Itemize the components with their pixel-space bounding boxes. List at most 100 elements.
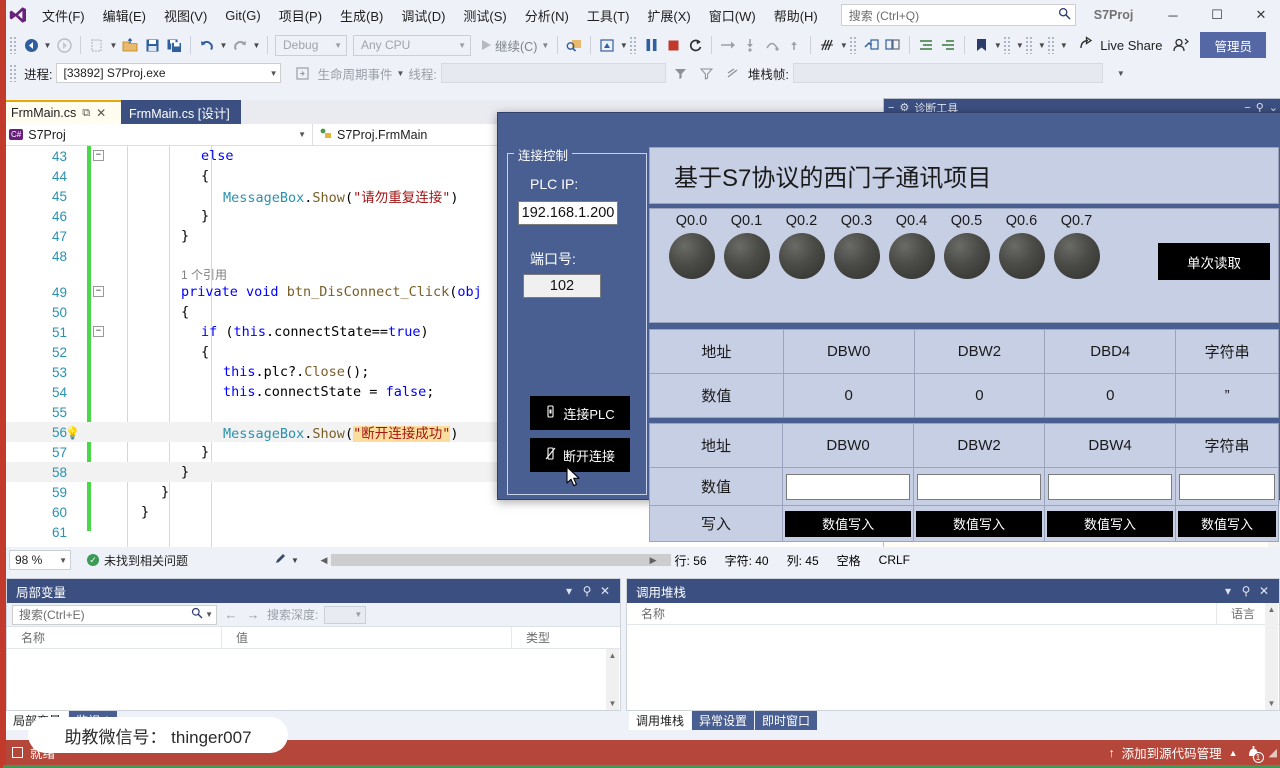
- write-input-dbw2[interactable]: [917, 473, 1042, 500]
- fold-toggle-icon[interactable]: −: [93, 326, 104, 337]
- toolbar-grip-5[interactable]: [1025, 36, 1034, 54]
- solution-configuration-combo[interactable]: Debug ▼: [275, 34, 347, 56]
- lightbulb-icon[interactable]: 💡: [65, 426, 80, 440]
- write-button-cell-dbw4[interactable]: 数值写入: [1044, 505, 1177, 542]
- uncomment-selection-icon[interactable]: [882, 34, 904, 56]
- redo-icon[interactable]: [229, 34, 251, 56]
- scroll-down-icon[interactable]: ▼: [1265, 697, 1278, 710]
- locals-scrollbar[interactable]: ▲ ▼: [606, 649, 619, 710]
- admin-badge[interactable]: 管理员: [1200, 32, 1266, 58]
- s7-app-window[interactable]: 连接控制 PLC IP: 192.168.1.200 端口号: 102 连接PL…: [497, 112, 1280, 542]
- chevron-down-icon[interactable]: ▾: [1219, 584, 1237, 598]
- write-input-string[interactable]: [1179, 473, 1275, 500]
- restart-icon[interactable]: [684, 34, 706, 56]
- menu-item-edit[interactable]: 编辑(E): [94, 1, 155, 30]
- zoom-level-combo[interactable]: 98 % ▼: [9, 550, 71, 570]
- bottom-tab-immediate-window[interactable]: 即时窗口: [755, 711, 818, 730]
- indent-mode[interactable]: 空格: [837, 552, 861, 569]
- line-ending[interactable]: CRLF: [879, 553, 910, 567]
- close-icon[interactable]: ✕: [96, 106, 106, 120]
- menu-item-tools[interactable]: 工具(T): [578, 1, 639, 30]
- bottom-tab-exception-settings[interactable]: 异常设置: [692, 711, 755, 730]
- close-icon[interactable]: ✕: [1255, 584, 1273, 598]
- hot-reload-icon[interactable]: [563, 34, 585, 56]
- navigate-forward-icon[interactable]: [53, 34, 75, 56]
- menu-item-debug[interactable]: 调试(D): [392, 1, 454, 30]
- port-input[interactable]: 102: [523, 274, 601, 298]
- filter-icon[interactable]: [670, 62, 692, 84]
- project-scope-combo[interactable]: C# S7Proj ▼: [3, 123, 313, 146]
- navigate-backward-dropdown[interactable]: ▼: [42, 34, 53, 56]
- output-q0-3[interactable]: Q0.3: [829, 213, 884, 279]
- menu-item-window[interactable]: 窗口(W): [700, 1, 765, 30]
- write-input-dbw0[interactable]: [786, 473, 911, 500]
- editor-horizontal-scrollbar[interactable]: ◀: [317, 552, 672, 568]
- undo-dropdown[interactable]: ▼: [218, 34, 229, 56]
- write-input-cell-dbw4[interactable]: [1044, 467, 1177, 506]
- write-input-dbw4[interactable]: [1048, 473, 1173, 500]
- write-button-dbw2[interactable]: 数值写入: [916, 510, 1043, 537]
- save-all-icon[interactable]: [163, 34, 185, 56]
- menu-item-project[interactable]: 项目(P): [270, 1, 331, 30]
- write-input-cell-dbw2[interactable]: [913, 467, 1046, 506]
- locals-search-input[interactable]: 搜索(Ctrl+E) ▼: [12, 604, 217, 625]
- pin-icon[interactable]: ⚲: [1237, 584, 1255, 598]
- write-button-dbw4[interactable]: 数值写入: [1047, 510, 1174, 537]
- connect-plc-button[interactable]: 连接PLC: [530, 396, 630, 430]
- pin-icon[interactable]: ⧉: [82, 107, 90, 120]
- locals-column-type[interactable]: 类型: [512, 627, 607, 649]
- new-project-dropdown[interactable]: ▼: [108, 34, 119, 56]
- fold-toggle-icon[interactable]: −: [93, 150, 104, 161]
- bottom-tab-callstack[interactable]: 调用堆栈: [629, 711, 692, 730]
- write-button-cell-string[interactable]: 数值写入: [1175, 505, 1279, 542]
- toolbar-grip-2[interactable]: [629, 36, 638, 54]
- search-previous-icon[interactable]: ←: [223, 607, 239, 622]
- menu-item-git[interactable]: Git(G): [216, 3, 269, 28]
- thread-markers-dropdown[interactable]: ▼: [838, 34, 849, 56]
- callstack-scrollbar[interactable]: ▲ ▼: [1265, 603, 1278, 710]
- scroll-right-icon[interactable]: ▶: [650, 555, 657, 566]
- overflow-chevron-icon[interactable]: ▼: [1117, 69, 1125, 78]
- menu-item-build[interactable]: 生成(B): [331, 1, 392, 30]
- close-button[interactable]: ✕: [1239, 0, 1280, 30]
- step-dropdown[interactable]: ▼: [618, 34, 629, 56]
- scroll-up-icon[interactable]: ▲: [1265, 603, 1278, 616]
- pin-icon[interactable]: ⚲: [578, 584, 596, 598]
- toolbar-grip[interactable]: [9, 36, 17, 54]
- show-next-statement-icon[interactable]: [717, 34, 739, 56]
- resize-grip-icon[interactable]: ◢: [1269, 746, 1277, 759]
- plc-ip-input[interactable]: 192.168.1.200: [518, 201, 618, 225]
- thread-markers-icon[interactable]: [816, 34, 838, 56]
- tab-frmmain-designer[interactable]: FrmMain.cs [设计]: [121, 100, 241, 124]
- chevron-up-icon[interactable]: ▲: [1229, 748, 1238, 758]
- toolbar-grip-6[interactable]: [1047, 36, 1056, 54]
- open-file-icon[interactable]: [119, 34, 141, 56]
- callstack-column-name[interactable]: 名称: [627, 602, 1217, 625]
- output-q0-1[interactable]: Q0.1: [719, 213, 774, 279]
- toolbar-grip-4[interactable]: [1003, 36, 1012, 54]
- output-q0-4[interactable]: Q0.4: [884, 213, 939, 279]
- write-button-cell-dbw0[interactable]: 数值写入: [782, 505, 915, 542]
- comment-selection-icon[interactable]: [860, 34, 882, 56]
- continue-button[interactable]: 继续(C) ▼: [479, 36, 552, 55]
- navigate-backward-icon[interactable]: [20, 34, 42, 56]
- lifecycle-events-icon[interactable]: [291, 62, 313, 84]
- write-button-dbw0[interactable]: 数值写入: [785, 510, 912, 537]
- output-q0-2[interactable]: Q0.2: [774, 213, 829, 279]
- chevron-down-icon[interactable]: ▾: [560, 584, 578, 598]
- solution-platform-combo[interactable]: Any CPU ▼: [353, 34, 471, 56]
- save-icon[interactable]: [141, 34, 163, 56]
- callstack-grid-body[interactable]: [627, 625, 1279, 708]
- step-out-icon[interactable]: [783, 34, 805, 56]
- menu-item-extensions[interactable]: 扩展(X): [638, 1, 699, 30]
- no-entry-icon[interactable]: [722, 62, 744, 84]
- global-search-input[interactable]: 搜索 (Ctrl+Q): [840, 4, 1076, 26]
- menu-item-analyze[interactable]: 分析(N): [516, 1, 578, 30]
- debugbar-grip[interactable]: [9, 64, 17, 82]
- scroll-down-icon[interactable]: ▼: [606, 697, 619, 710]
- new-project-icon[interactable]: [86, 34, 108, 56]
- account-manager-icon[interactable]: [1170, 34, 1192, 56]
- fold-toggle-icon[interactable]: −: [93, 286, 104, 297]
- output-q0-5[interactable]: Q0.5: [939, 213, 994, 279]
- menu-item-test[interactable]: 测试(S): [454, 1, 515, 30]
